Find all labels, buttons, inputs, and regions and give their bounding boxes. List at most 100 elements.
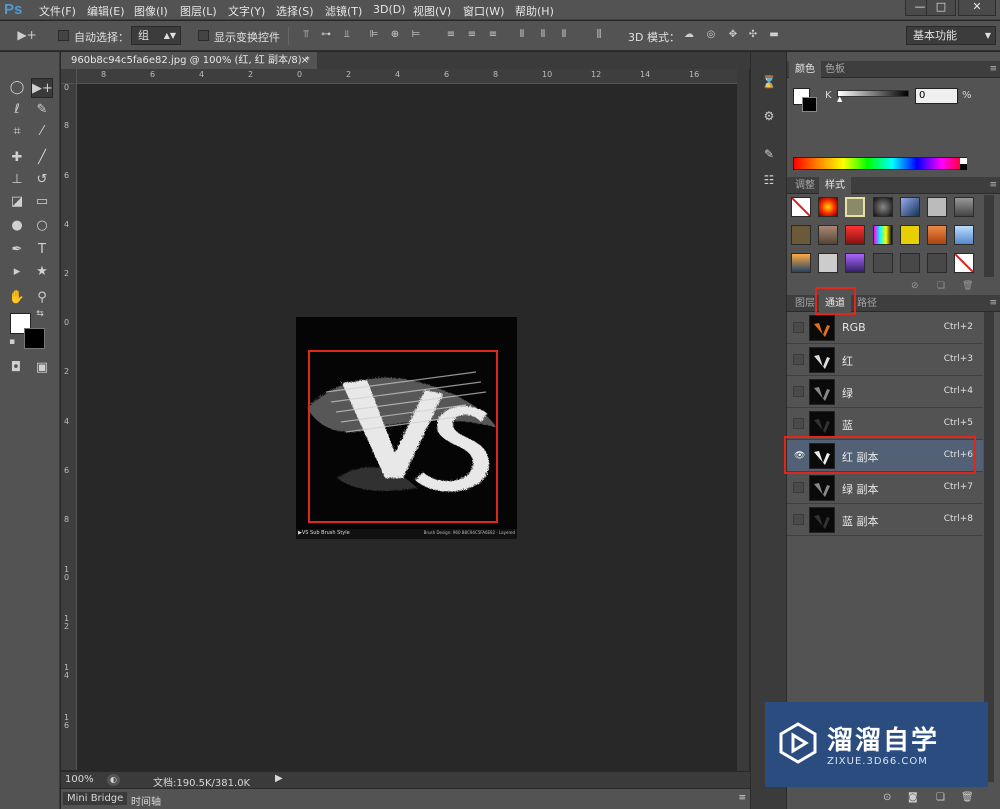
distribute-top-icon[interactable]: ≡: [445, 29, 457, 41]
style-swatch[interactable]: [873, 197, 893, 217]
panel-menu-icon[interactable]: ≡: [989, 298, 997, 308]
marquee-tool-icon[interactable]: ◯: [6, 78, 28, 98]
healing-brush-tool-icon[interactable]: ✚: [6, 148, 28, 168]
style-swatch[interactable]: [900, 197, 920, 217]
properties-panel-icon[interactable]: ⚙: [759, 106, 779, 126]
visibility-toggle[interactable]: [793, 354, 804, 365]
gradient-tool-icon[interactable]: ▭: [31, 192, 53, 212]
panel-menu-icon[interactable]: ≡: [989, 64, 997, 74]
menu-window[interactable]: 窗口(W): [463, 3, 504, 19]
quick-select-tool-icon[interactable]: ✎: [31, 100, 53, 120]
styles-scrollbar[interactable]: [984, 195, 994, 277]
spectrum-black[interactable]: [960, 164, 967, 170]
stamp-tool-icon[interactable]: ⊥: [6, 170, 28, 190]
lasso-tool-icon[interactable]: ℓ: [6, 100, 28, 120]
channel-row[interactable]: 红 Ctrl+3: [787, 344, 983, 376]
move-tool-icon[interactable]: ▶+: [31, 78, 53, 98]
style-swatch[interactable]: [873, 253, 893, 273]
menu-3d[interactable]: 3D(D): [373, 3, 406, 16]
tab-styles[interactable]: 样式: [819, 177, 851, 194]
style-swatch[interactable]: [900, 225, 920, 245]
align-left-icon[interactable]: ⊫: [368, 29, 380, 41]
menu-layer[interactable]: 图层(L): [180, 3, 217, 19]
visibility-toggle[interactable]: [793, 322, 804, 333]
style-swatch[interactable]: [818, 197, 838, 217]
save-selection-icon[interactable]: ◙: [908, 792, 918, 803]
tab-mini-bridge[interactable]: Mini Bridge: [63, 792, 128, 805]
restore-button[interactable]: □: [926, 0, 956, 16]
channel-row[interactable]: 绿 Ctrl+4: [787, 376, 983, 408]
auto-select-checkbox[interactable]: [58, 30, 69, 41]
eyedropper-tool-icon[interactable]: ⁄: [31, 122, 53, 142]
shape-tool-icon[interactable]: ★: [31, 262, 53, 282]
auto-select-dropdown[interactable]: 组 ▲▼: [131, 26, 181, 45]
dodge-tool-icon[interactable]: ○: [31, 216, 53, 236]
screen-mode-icon[interactable]: ▣: [31, 358, 53, 378]
style-swatch[interactable]: [927, 197, 947, 217]
distribute-left-icon[interactable]: ⫴: [516, 29, 528, 41]
menu-image[interactable]: 图像(I): [134, 3, 168, 19]
style-swatch[interactable]: [927, 225, 947, 245]
close-tab-icon[interactable]: ×: [301, 52, 309, 69]
visibility-toggle[interactable]: [793, 386, 804, 397]
align-top-icon[interactable]: ⫪: [300, 29, 312, 41]
k-slider[interactable]: ▲: [837, 90, 909, 103]
move-tool-preset-icon[interactable]: ▶+: [16, 29, 38, 41]
menu-file[interactable]: 文件(F): [39, 3, 76, 19]
style-swatch[interactable]: [791, 253, 811, 273]
show-transform-checkbox[interactable]: [198, 30, 209, 41]
type-tool-icon[interactable]: T: [31, 240, 53, 260]
style-swatch-none[interactable]: [791, 197, 811, 217]
style-swatch[interactable]: [873, 225, 893, 245]
history-brush-tool-icon[interactable]: ↺: [31, 170, 53, 190]
style-swatch-none[interactable]: [954, 253, 974, 273]
style-swatch[interactable]: [954, 225, 974, 245]
background-color-swatch[interactable]: [24, 328, 45, 349]
style-swatch[interactable]: [845, 253, 865, 273]
align-bottom-icon[interactable]: ⫫: [341, 29, 353, 41]
visibility-toggle[interactable]: [793, 514, 804, 525]
menu-select[interactable]: 选择(S): [276, 3, 314, 19]
menu-filter[interactable]: 滤镜(T): [325, 3, 362, 19]
brush-settings-icon[interactable]: ☷: [759, 170, 779, 190]
vertical-scrollbar[interactable]: [737, 69, 749, 771]
status-menu-arrow-icon[interactable]: ▶: [275, 773, 283, 784]
panel-menu-icon[interactable]: ≡: [989, 180, 997, 190]
distribute-bottom-icon[interactable]: ≡: [487, 29, 499, 41]
tab-adjustments[interactable]: 调整: [789, 177, 821, 194]
align-vcenter-icon[interactable]: ⊶: [320, 29, 332, 41]
menu-edit[interactable]: 编辑(E): [87, 3, 125, 19]
default-colors-icon[interactable]: ▪: [6, 336, 18, 348]
swap-colors-icon[interactable]: ⇆: [33, 308, 47, 320]
channel-row[interactable]: 蓝 副本 Ctrl+8: [787, 504, 983, 536]
brush-tool-icon[interactable]: ╱: [31, 148, 53, 168]
zoom-level[interactable]: 100%: [65, 774, 94, 785]
history-panel-icon[interactable]: ⌛: [759, 72, 779, 92]
style-swatch[interactable]: [818, 225, 838, 245]
blur-tool-icon[interactable]: ●: [6, 216, 28, 236]
workspace-dropdown[interactable]: 基本功能 ▼: [906, 26, 996, 45]
ruler-corner[interactable]: [61, 69, 77, 84]
tab-color[interactable]: 颜色: [789, 61, 821, 78]
3d-slide-icon[interactable]: ✣: [747, 29, 759, 41]
status-info-icon[interactable]: ◐: [107, 774, 120, 786]
new-style-icon[interactable]: ❏: [937, 281, 945, 291]
channel-row[interactable]: 绿 副本 Ctrl+7: [787, 472, 983, 504]
3d-pan-icon[interactable]: ✥: [727, 29, 739, 41]
hand-tool-icon[interactable]: ✋: [6, 288, 28, 308]
zoom-tool-icon[interactable]: ⚲: [31, 288, 53, 308]
auto-align-icon[interactable]: ⫼: [593, 29, 605, 41]
load-selection-icon[interactable]: ⊙: [883, 792, 891, 803]
slider-thumb-icon[interactable]: ▲: [837, 95, 842, 103]
channel-row[interactable]: RGB Ctrl+2: [787, 312, 983, 344]
delete-channel-icon[interactable]: 🗑: [961, 792, 974, 803]
style-swatch[interactable]: [845, 225, 865, 245]
path-select-tool-icon[interactable]: ▸: [6, 262, 28, 282]
k-value-input[interactable]: 0: [915, 88, 958, 104]
menu-help[interactable]: 帮助(H): [515, 3, 554, 19]
3d-roll-icon[interactable]: ◎: [705, 29, 717, 41]
quick-mask-icon[interactable]: ◘: [5, 358, 27, 378]
brush-presets-icon[interactable]: ✎: [759, 144, 779, 164]
horizontal-ruler[interactable]: 8 6 4 2 0 2 4 6 8 10 12 14 16: [77, 69, 737, 84]
3d-scale-icon[interactable]: ▬: [768, 29, 780, 41]
